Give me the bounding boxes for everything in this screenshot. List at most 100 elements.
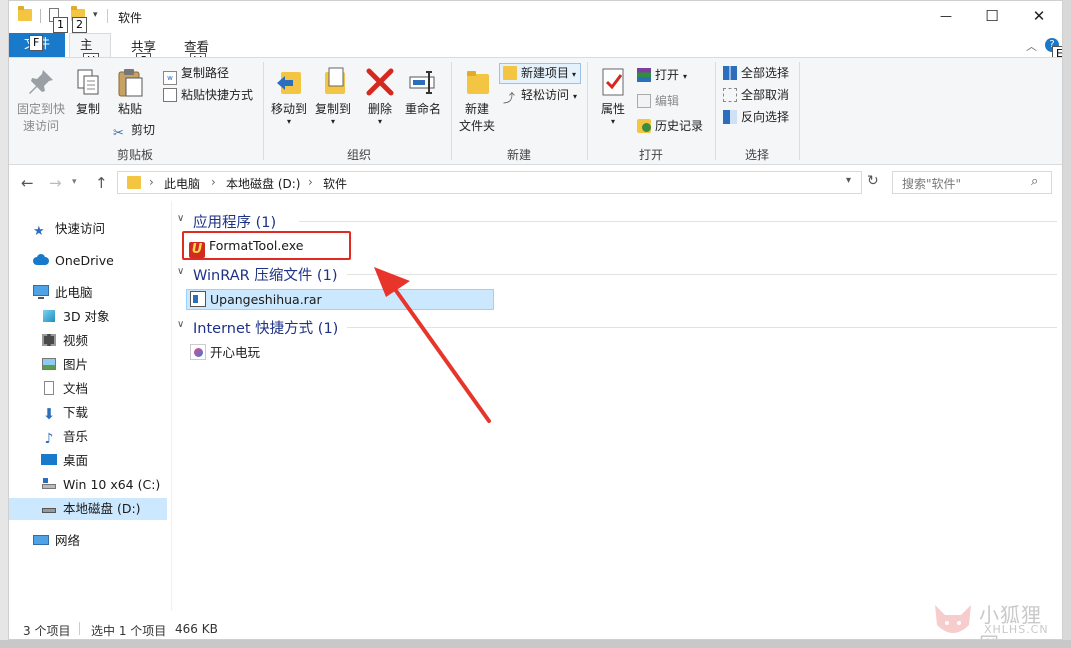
nav-label: 3D 对象	[63, 309, 110, 324]
watermark-fox-icon	[931, 601, 975, 639]
open-button[interactable]: 打开 ▾	[637, 65, 687, 85]
close-button[interactable]: ✕	[1016, 1, 1062, 33]
select-all-button[interactable]: 全部选择	[723, 63, 789, 83]
explorer-window: ▾ 1 2 软件 — ☐ ✕ 文件 F 主页 H 共享 S 查看 V ︿ ? E…	[8, 0, 1063, 640]
delete-button[interactable]: 删除 ▾	[363, 62, 397, 126]
minimize-button[interactable]: —	[923, 1, 969, 33]
url-shortcut-icon	[190, 344, 206, 360]
nav-documents[interactable]: 文档	[41, 378, 88, 400]
group-collapse-chevron-icon[interactable]: ∨	[177, 213, 184, 224]
new-folder-button[interactable]: 新建 文件夹	[455, 62, 499, 135]
breadcrumb-sep: ›	[308, 175, 313, 189]
copy-to-label: 复制到	[314, 102, 351, 116]
group-header-applications[interactable]: 应用程序 (1)	[193, 211, 276, 232]
select-none-button[interactable]: 全部取消	[723, 85, 789, 105]
properties-button[interactable]: 属性 ▾	[593, 62, 633, 126]
invert-selection-button[interactable]: 反向选择	[723, 107, 789, 127]
download-icon: ⬇	[42, 405, 56, 423]
music-icon: ♪	[44, 431, 54, 447]
move-to-icon	[273, 66, 305, 98]
paste-label: 粘贴	[117, 102, 142, 116]
nav-network[interactable]: 网络	[33, 530, 80, 552]
open-dropdown-icon: ▾	[683, 72, 688, 81]
refresh-icon[interactable]: ↻	[867, 173, 879, 189]
pin-label-1: 固定到快	[16, 102, 65, 116]
nav-this-pc[interactable]: 此电脑	[33, 282, 93, 304]
breadcrumb-current[interactable]: 软件	[323, 175, 347, 192]
up-arrow-icon[interactable]: ↑	[95, 174, 108, 192]
nav-drive-c[interactable]: Win 10 x64 (C:)	[41, 474, 160, 496]
invert-selection-icon	[723, 110, 737, 124]
scissors-icon: ✂	[113, 126, 124, 141]
search-placeholder: 搜索"软件"	[902, 177, 962, 191]
nav-quick-access[interactable]: ★ 快速访问	[33, 218, 105, 240]
properties-label: 属性	[600, 102, 625, 116]
move-to-label: 移动到	[270, 102, 307, 116]
new-group-label: 新建	[506, 148, 531, 162]
breadcrumb-this-pc[interactable]: 此电脑	[164, 175, 200, 192]
breadcrumb-drive-d[interactable]: 本地磁盘 (D:)	[226, 175, 300, 192]
organize-group-label: 组织	[346, 148, 371, 162]
bottom-taskbar-strip	[0, 640, 1071, 648]
new-item-label: 新建项目	[521, 66, 570, 80]
address-dropdown-icon[interactable]: ▾	[846, 175, 851, 186]
maximize-button[interactable]: ☐	[969, 1, 1015, 33]
move-to-button[interactable]: 移动到 ▾	[267, 62, 311, 126]
file-name: 开心电玩	[210, 345, 261, 360]
cut-button[interactable]: ✂ 剪切	[113, 120, 156, 141]
winrar-open-icon	[637, 68, 651, 82]
group-header-winrar[interactable]: WinRAR 压缩文件 (1)	[193, 264, 337, 285]
select-none-icon	[723, 88, 737, 102]
nav-music[interactable]: ♪ 音乐	[41, 426, 88, 448]
nav-videos[interactable]: 视频	[41, 330, 88, 352]
group-separator	[587, 62, 588, 160]
navpane-divider[interactable]	[171, 201, 172, 611]
cut-label: 剪切	[131, 123, 156, 137]
properties-icon	[597, 66, 629, 98]
highlight-box	[182, 231, 351, 260]
edit-button[interactable]: 编辑	[637, 91, 679, 111]
file-item[interactable]: Upangeshihua.rar	[190, 290, 322, 310]
nav-label: 本地磁盘 (D:)	[63, 501, 141, 516]
easy-access-button[interactable]: ⤴ 轻松访问 ▾	[503, 85, 577, 105]
group-collapse-chevron-icon[interactable]: ∨	[177, 319, 184, 330]
paste-button[interactable]: 粘贴	[113, 62, 147, 118]
back-arrow-icon[interactable]: ←	[21, 174, 34, 192]
history-button[interactable]: 历史记录	[637, 116, 703, 136]
nav-onedrive[interactable]: OneDrive	[33, 250, 114, 272]
collapse-ribbon-icon[interactable]: ︿	[1026, 38, 1037, 54]
address-bar[interactable]: › 此电脑 › 本地磁盘 (D:) › 软件 ▾	[117, 171, 862, 194]
qat-dropdown-icon[interactable]: ▾	[93, 10, 98, 20]
annotation-arrow	[374, 267, 491, 423]
paste-shortcut-button[interactable]: 粘贴快捷方式	[163, 85, 253, 105]
nav-label: 下载	[63, 405, 89, 420]
nav-pictures[interactable]: 图片	[41, 354, 88, 376]
recent-locations-chevron-icon[interactable]: ▾	[72, 177, 77, 187]
nav-drive-d[interactable]: 本地磁盘 (D:)	[9, 498, 167, 520]
copy-to-icon	[317, 66, 349, 98]
new-item-button[interactable]: 新建项目 ▾	[499, 63, 582, 84]
group-header-internet-shortcuts[interactable]: Internet 快捷方式 (1)	[193, 317, 338, 338]
forward-arrow-icon[interactable]: →	[49, 174, 62, 192]
outer-left-edge	[0, 0, 8, 648]
nav-downloads[interactable]: ⬇ 下载	[41, 402, 88, 424]
copy-button[interactable]: 复制	[71, 62, 105, 118]
copy-icon	[72, 66, 104, 98]
copy-path-icon: w	[163, 71, 177, 85]
group-collapse-chevron-icon[interactable]: ∨	[177, 266, 184, 277]
pin-to-quick-access-button[interactable]: 固定到快 速访问	[13, 62, 69, 135]
easy-access-icon: ⤴	[503, 91, 516, 105]
nav-desktop[interactable]: 桌面	[41, 450, 88, 472]
search-input[interactable]: 搜索"软件" ⌕	[892, 171, 1052, 194]
copy-path-button[interactable]: w 复制路径	[163, 63, 229, 85]
select-none-label: 全部取消	[741, 88, 790, 102]
nav-3d-objects[interactable]: 3D 对象	[41, 306, 110, 328]
rename-button[interactable]: 重命名	[401, 62, 445, 118]
search-icon: ⌕	[1031, 174, 1039, 189]
status-size: 466 KB	[175, 622, 218, 636]
new-folder-icon	[461, 66, 493, 98]
copy-to-button[interactable]: 复制到 ▾	[311, 62, 355, 126]
file-item[interactable]: 开心电玩	[190, 343, 260, 363]
nav-label: 图片	[63, 357, 89, 372]
ribbon: 固定到快 速访问 复制 粘贴 w 复制路径 粘贴快捷方式 ✂ 剪切 剪贴板 移动…	[9, 57, 1062, 165]
